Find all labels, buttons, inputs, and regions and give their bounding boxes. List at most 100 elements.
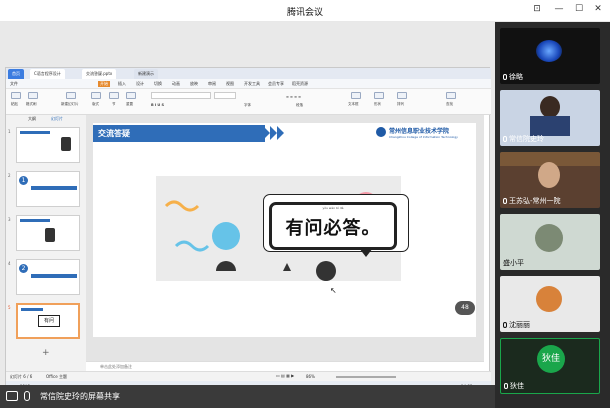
avatar <box>535 224 563 252</box>
format-painter-label: 格式刷 <box>26 102 37 106</box>
menu-developer[interactable]: 开发工具 <box>244 81 260 87</box>
bold-icon[interactable]: B I U S <box>151 103 164 107</box>
floating-badge[interactable]: 48 <box>455 301 475 315</box>
menu-file[interactable]: 文件 <box>10 81 18 87</box>
menu-design[interactable]: 设计 <box>136 81 144 87</box>
align-icons[interactable]: ≡ ≡ ≡ ≡ <box>286 95 301 99</box>
participants-panel: 徐略 常信院史玲 王苏弘-常州一院 盛小平 沈丽丽 狄佳 狄佳 <box>495 22 610 408</box>
chevron-decor <box>277 126 284 140</box>
slide-thumbnail-selected[interactable]: 有问 <box>16 303 80 339</box>
find-icon[interactable] <box>446 92 456 99</box>
notes-area[interactable]: 单击此处添加备注 <box>86 361 484 371</box>
screen-share-icon[interactable] <box>6 391 18 401</box>
reset-icon[interactable] <box>126 92 136 99</box>
layout-icon[interactable] <box>91 92 101 99</box>
participant-tile[interactable]: 盛小平 <box>500 214 600 270</box>
avatar <box>540 96 560 118</box>
textbox-icon[interactable] <box>351 92 361 99</box>
tab-home[interactable]: 首页 <box>8 69 24 79</box>
status-bar: 幻灯片 6 / 6 Office 主题 ▭ ▤ ▦ ▶ 86% <box>6 371 491 381</box>
menu-animation[interactable]: 动画 <box>172 81 180 87</box>
slide-number: 1 <box>8 129 11 134</box>
zoom-slider[interactable] <box>336 376 396 378</box>
menu-resources[interactable]: 稻壳资源 <box>292 81 308 87</box>
maximize-icon[interactable]: ☐ <box>572 4 586 14</box>
avatar: 狄佳 <box>537 345 565 373</box>
font-size-select[interactable] <box>214 92 236 99</box>
notes-placeholder: 单击此处添加备注 <box>100 364 132 369</box>
participant-name: 常信院史玲 <box>509 135 544 143</box>
participant-tile-active[interactable]: 狄佳 狄佳 <box>500 338 600 394</box>
screen-share-label: 常信院史玲的屏幕共享 <box>40 392 120 401</box>
menu-slideshow[interactable]: 放映 <box>190 81 198 87</box>
participant-name: 盛小平 <box>503 259 524 267</box>
section-icon[interactable] <box>109 92 119 99</box>
slide-number: 2 <box>8 173 11 178</box>
font-family-select[interactable] <box>151 92 211 99</box>
participant-tile[interactable]: 沈丽丽 <box>500 276 600 332</box>
slide-number: 4 <box>8 261 11 266</box>
avatar <box>538 162 560 188</box>
mic-icon[interactable] <box>24 391 30 401</box>
menu-home[interactable]: 开始 <box>98 81 110 87</box>
add-slide-icon[interactable]: + <box>42 348 50 358</box>
menu-view[interactable]: 视图 <box>226 81 234 87</box>
wps-window: 首页 C语言程序设计 交流答疑.pptx 新建演示 文件 开始 插入 设计 切换… <box>5 67 491 399</box>
screen-share-bar: 常信院史玲的屏幕共享 <box>0 385 495 408</box>
paragraph-group-label: 段落 <box>296 103 303 107</box>
document-tabs: 首页 C语言程序设计 交流答疑.pptx 新建演示 <box>6 68 491 79</box>
slide-thumbnail[interactable] <box>16 215 80 251</box>
slide-thumbnail[interactable]: 1 <box>16 171 80 207</box>
paste-icon[interactable] <box>11 92 21 99</box>
shape-label: 形状 <box>374 102 381 106</box>
menu-insert[interactable]: 插入 <box>118 81 126 87</box>
speech-bubble: yǒu wèn bì dá 有问必答。 <box>263 194 409 264</box>
view-buttons[interactable]: ▭ ▤ ▦ ▶ <box>276 373 294 378</box>
pin-icon[interactable]: ⊡ <box>530 4 544 14</box>
ribbon-toolbar: 粘贴 格式刷 新建幻灯片 版式 节 重置 B I U S 字体 ≡ ≡ ≡ ≡ … <box>6 89 491 115</box>
minimize-icon[interactable]: — <box>552 4 566 14</box>
participant-tile[interactable]: 王苏弘-常州一院 <box>500 152 600 208</box>
mouse-cursor-icon: ↖ <box>330 286 337 295</box>
pane-tabs: 大纲 幻灯片 <box>6 115 86 123</box>
zoom-level: 86% <box>306 374 315 379</box>
mic-icon <box>504 383 508 389</box>
slide-canvas: 交流答疑 常州信息职业技术学院 Changzhou College of Inf… <box>86 115 484 361</box>
arrange-icon[interactable] <box>397 92 407 99</box>
slide-banner: 交流答疑 <box>93 125 265 142</box>
participant-tile[interactable]: 常信院史玲 <box>500 90 600 146</box>
theme-name: Office 主题 <box>46 374 67 379</box>
new-slide-label: 新建幻灯片 <box>61 102 79 106</box>
school-name-cn: 常州信息职业技术学院 <box>389 128 450 135</box>
tab-doc-2[interactable]: 交流答疑.pptx <box>82 69 117 79</box>
chevron-decor <box>270 126 277 140</box>
chevron-decor <box>263 126 270 140</box>
textbox-label: 文本框 <box>348 102 359 106</box>
slide-thumbnail[interactable]: 2 <box>16 259 80 295</box>
slide-counter: 幻灯片 6 / 6 <box>10 374 33 379</box>
menu-review[interactable]: 审阅 <box>208 81 216 87</box>
shared-screen: 首页 C语言程序设计 交流答疑.pptx 新建演示 文件 开始 插入 设计 切换… <box>0 22 495 399</box>
tab-slides[interactable]: 幻灯片 <box>51 116 63 122</box>
tab-doc-1[interactable]: C语言程序设计 <box>30 69 65 79</box>
format-painter-icon[interactable] <box>28 92 38 99</box>
shape-icon[interactable] <box>374 92 384 99</box>
layout-label: 版式 <box>92 102 99 106</box>
mic-icon <box>503 136 507 142</box>
close-icon[interactable]: ✕ <box>591 4 605 14</box>
school-name-en: Changzhou College of Information Technol… <box>389 135 458 139</box>
current-slide: 交流答疑 常州信息职业技术学院 Changzhou College of Inf… <box>93 123 476 337</box>
new-slide-icon[interactable] <box>66 92 76 99</box>
slide-thumbnail[interactable] <box>16 127 80 163</box>
menu-transition[interactable]: 切换 <box>154 81 162 87</box>
mic-icon <box>503 74 507 80</box>
menu-member[interactable]: 会员专享 <box>268 81 284 87</box>
slide-thumbnail-pane: 1 2 1 3 4 2 5 有问 + <box>6 123 86 371</box>
participant-tile[interactable]: 徐略 <box>500 28 600 84</box>
tab-outline[interactable]: 大纲 <box>28 116 36 122</box>
slide-graphic-panel: yǒu wèn bì dá 有问必答。 <box>156 176 409 281</box>
participant-name: 沈丽丽 <box>509 321 530 329</box>
pinyin-text: yǒu wèn bì dá <box>322 206 344 210</box>
slide-main-text: 有问必答。 <box>285 218 381 239</box>
tab-doc-3[interactable]: 新建演示 <box>134 69 158 79</box>
